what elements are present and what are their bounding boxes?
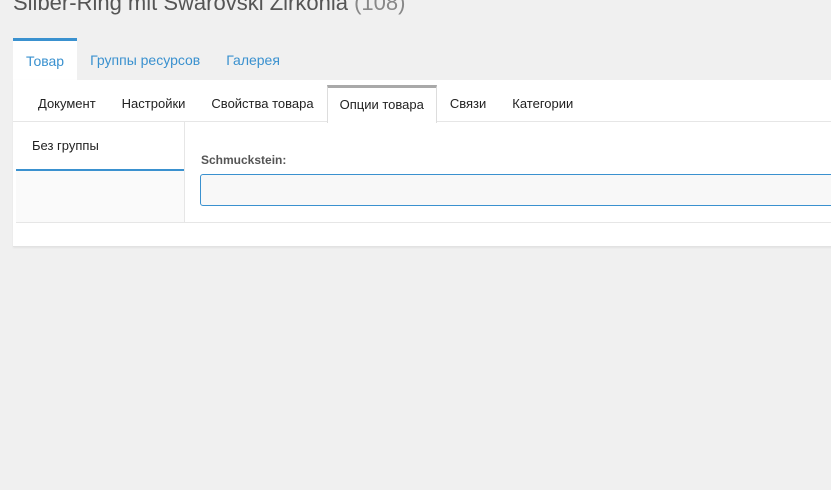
product-panel: Документ Настройки Свойства товара Опции… bbox=[13, 80, 831, 247]
page-title: Silber-Ring mit Swarovski Zirkonia (108) bbox=[13, 0, 405, 18]
schmuckstein-input[interactable] bbox=[200, 174, 831, 206]
tab-settings[interactable]: Настройки bbox=[109, 85, 199, 122]
group-item-no-group[interactable]: Без группы bbox=[16, 122, 184, 171]
main-tabs: Товар Группы ресурсов Галерея bbox=[13, 38, 293, 80]
page: Silber-Ring mit Swarovski Zirkonia (108)… bbox=[0, 0, 831, 490]
resource-id: (108) bbox=[354, 0, 406, 15]
sub-tabs: Документ Настройки Свойства товара Опции… bbox=[13, 85, 831, 123]
tab-categories[interactable]: Категории bbox=[499, 85, 586, 122]
tab-document[interactable]: Документ bbox=[25, 85, 109, 122]
tab-product[interactable]: Товар bbox=[13, 38, 78, 80]
group-sidebar: Без группы bbox=[16, 122, 185, 222]
tab-gallery[interactable]: Галерея bbox=[213, 38, 293, 80]
schmuckstein-label: Schmuckstein: bbox=[201, 153, 287, 167]
resource-name: Silber-Ring mit Swarovski Zirkonia bbox=[13, 0, 348, 15]
options-content: Без группы Schmuckstein: bbox=[16, 122, 831, 223]
tab-product-options[interactable]: Опции товара bbox=[326, 85, 437, 123]
tab-resource-groups[interactable]: Группы ресурсов bbox=[77, 38, 213, 80]
tab-product-properties[interactable]: Свойства товара bbox=[198, 85, 326, 122]
tab-links[interactable]: Связи bbox=[437, 85, 499, 122]
